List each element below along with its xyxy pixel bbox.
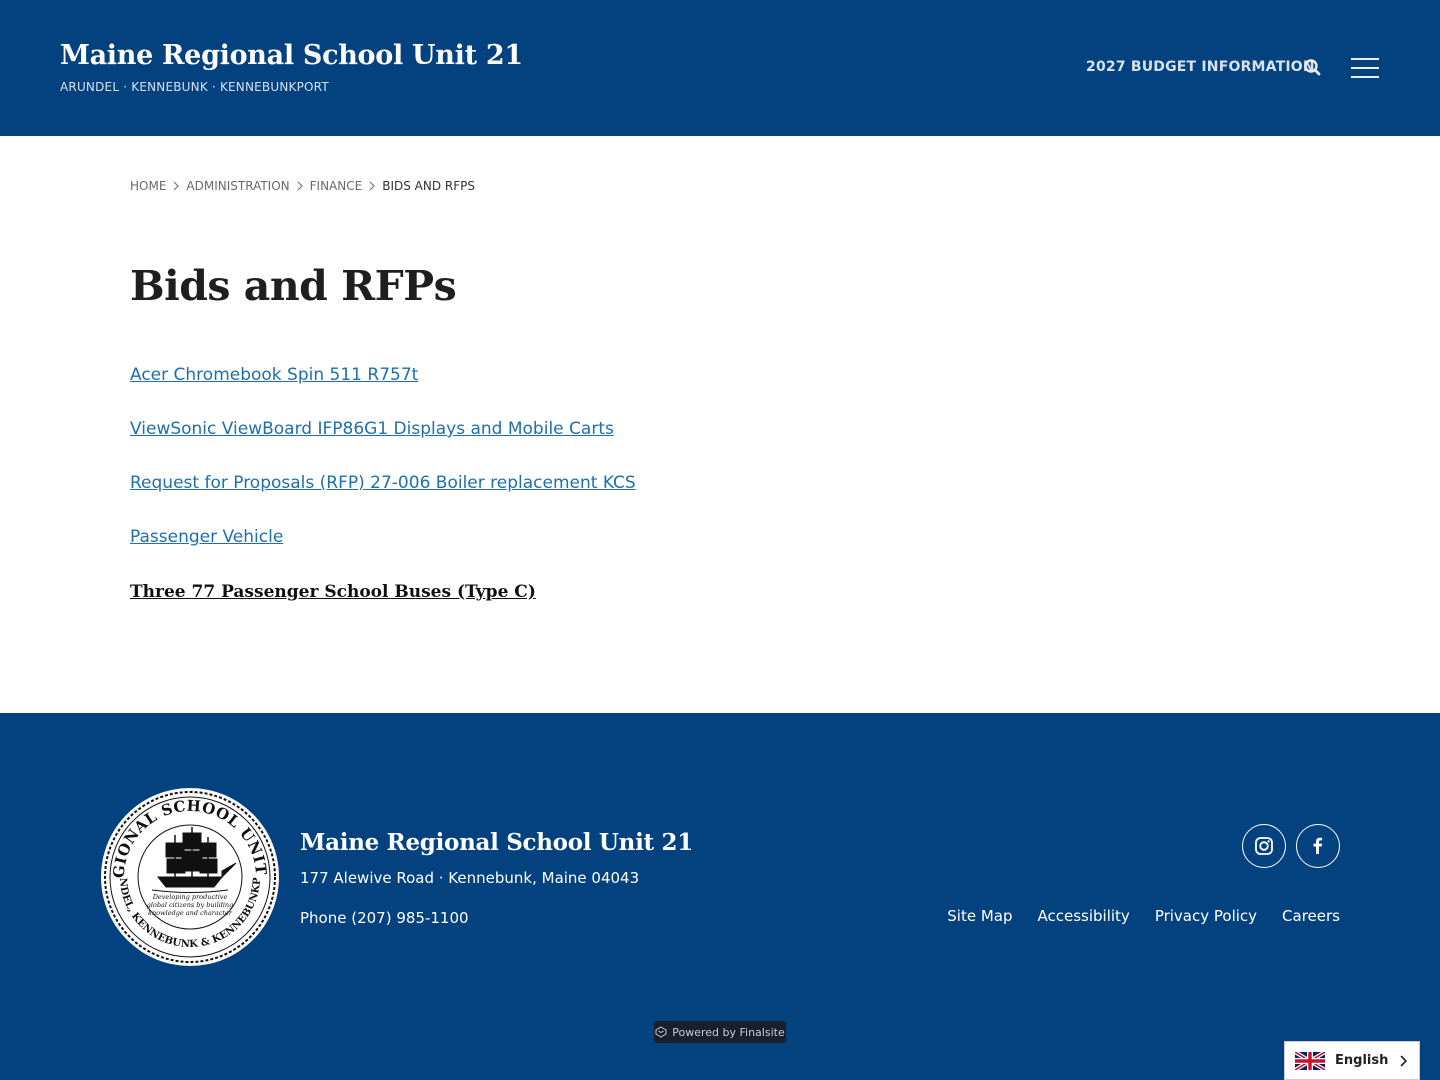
finalsite-logo-icon [655, 1026, 667, 1038]
breadcrumb-current: BIDS AND RFPS [382, 179, 475, 193]
chevron-right-icon [297, 181, 303, 191]
instagram-icon [1255, 837, 1273, 855]
bid-link-school-buses[interactable]: Three 77 Passenger School Buses (Type C) [130, 582, 536, 602]
bid-link-passenger-vehicle[interactable]: Passenger Vehicle [130, 527, 283, 547]
powered-by-text: Powered by Finalsite [672, 1025, 785, 1039]
facebook-button[interactable] [1296, 824, 1340, 868]
powered-by-badge[interactable]: Powered by Finalsite [654, 1021, 786, 1043]
svg-text:Developing productive: Developing productive [152, 893, 228, 901]
footer-phone[interactable]: Phone (207) 985-1100 [300, 909, 469, 927]
chevron-right-icon [173, 181, 180, 191]
chevron-right-icon [1400, 1055, 1407, 1067]
breadcrumb-home[interactable]: HOME [130, 179, 166, 193]
facebook-icon [1313, 837, 1323, 854]
breadcrumb-finance[interactable]: FINANCE [310, 179, 363, 193]
footer-link-privacy-policy[interactable]: Privacy Policy [1155, 907, 1257, 925]
svg-text:global citizens by building: global citizens by building [147, 901, 234, 909]
search-icon [1304, 59, 1321, 76]
district-seal-logo: REGIONAL SCHOOL UNIT 21 ARUNDEL, KENNEBU… [94, 773, 280, 967]
footer-link-site-map[interactable]: Site Map [947, 907, 1012, 925]
language-label: English [1335, 1053, 1389, 1068]
breadcrumb: HOME ADMINISTRATION FINANCE BIDS AND RFP… [130, 179, 475, 193]
site-subtitle: ARUNDEL · KENNEBUNK · KENNEBUNKPORT [60, 80, 329, 94]
breadcrumb-administration[interactable]: ADMINISTRATION [186, 179, 289, 193]
bid-link-chromebook[interactable]: Acer Chromebook Spin 511 R757t [130, 365, 418, 385]
uk-flag-icon [1295, 1051, 1325, 1070]
search-button[interactable] [1302, 57, 1324, 79]
footer-link-careers[interactable]: Careers [1282, 907, 1340, 925]
footer-title: Maine Regional School Unit 21 [300, 829, 693, 856]
footer-links: Site Map Accessibility Privacy Policy Ca… [947, 907, 1340, 925]
page-title: Bids and RFPs [130, 262, 457, 310]
chevron-right-icon [369, 181, 376, 191]
budget-information-link[interactable]: 2027 BUDGET INFORMATION [1086, 59, 1315, 75]
svg-text:knowledge and character: knowledge and character [148, 909, 233, 917]
footer-address: 177 Alewive Road · Kennebunk, Maine 0404… [300, 869, 640, 887]
site-title[interactable]: Maine Regional School Unit 21 [60, 40, 523, 71]
site-header: Maine Regional School Unit 21 ARUNDEL · … [0, 0, 1440, 136]
menu-button[interactable] [1350, 57, 1380, 79]
language-selector[interactable]: English [1284, 1041, 1420, 1080]
bid-link-viewsonic[interactable]: ViewSonic ViewBoard IFP86G1 Displays and… [130, 419, 614, 439]
footer-link-accessibility[interactable]: Accessibility [1038, 907, 1130, 925]
instagram-button[interactable] [1242, 824, 1286, 868]
bid-link-boiler-rfp[interactable]: Request for Proposals (RFP) 27-006 Boile… [130, 473, 636, 493]
hamburger-menu-icon [1351, 58, 1379, 78]
